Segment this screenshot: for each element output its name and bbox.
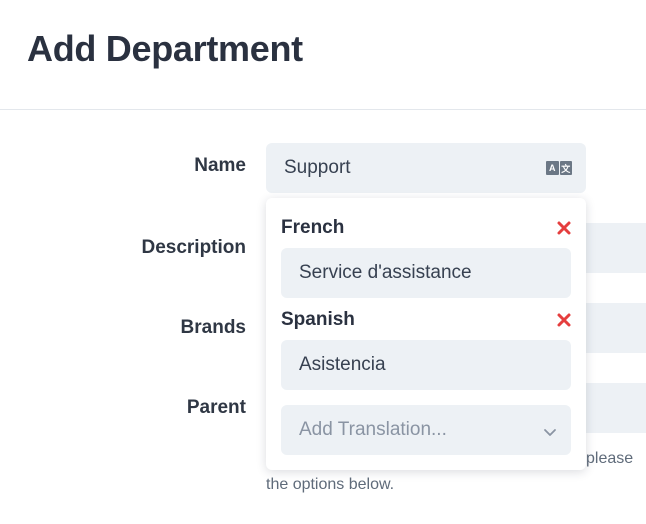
chevron-down-icon	[543, 423, 557, 437]
translation-value: Asistencia	[299, 354, 386, 375]
translations-popup: French Service d'assistance Spanish Asis…	[266, 198, 586, 470]
close-icon[interactable]	[556, 312, 572, 328]
translation-value: Service d'assistance	[299, 262, 472, 283]
helper-text-tail: please	[586, 450, 634, 467]
name-input[interactable]: Support A 文	[266, 143, 586, 193]
translation-input-french[interactable]: Service d'assistance	[281, 248, 571, 298]
translation-language-label: Spanish	[281, 309, 355, 330]
add-translation-placeholder: Add Translation...	[299, 419, 447, 440]
name-input-value: Support	[284, 157, 351, 178]
parent-label: Parent	[186, 397, 246, 418]
name-label: Name	[194, 155, 246, 176]
translate-glyph-latin: A	[546, 161, 559, 175]
translation-language-label: French	[281, 217, 345, 238]
brands-label: Brands	[180, 317, 246, 338]
translate-icon[interactable]: A 文	[546, 161, 572, 175]
header-divider	[0, 109, 646, 110]
helper-text-line2: the options below.	[266, 476, 395, 493]
page-title: Add Department	[27, 28, 303, 69]
add-translation-select[interactable]: Add Translation...	[281, 405, 571, 455]
translate-glyph-cjk: 文	[559, 161, 572, 175]
close-icon[interactable]	[556, 220, 572, 236]
description-label: Description	[141, 237, 246, 258]
translation-input-spanish[interactable]: Asistencia	[281, 340, 571, 390]
